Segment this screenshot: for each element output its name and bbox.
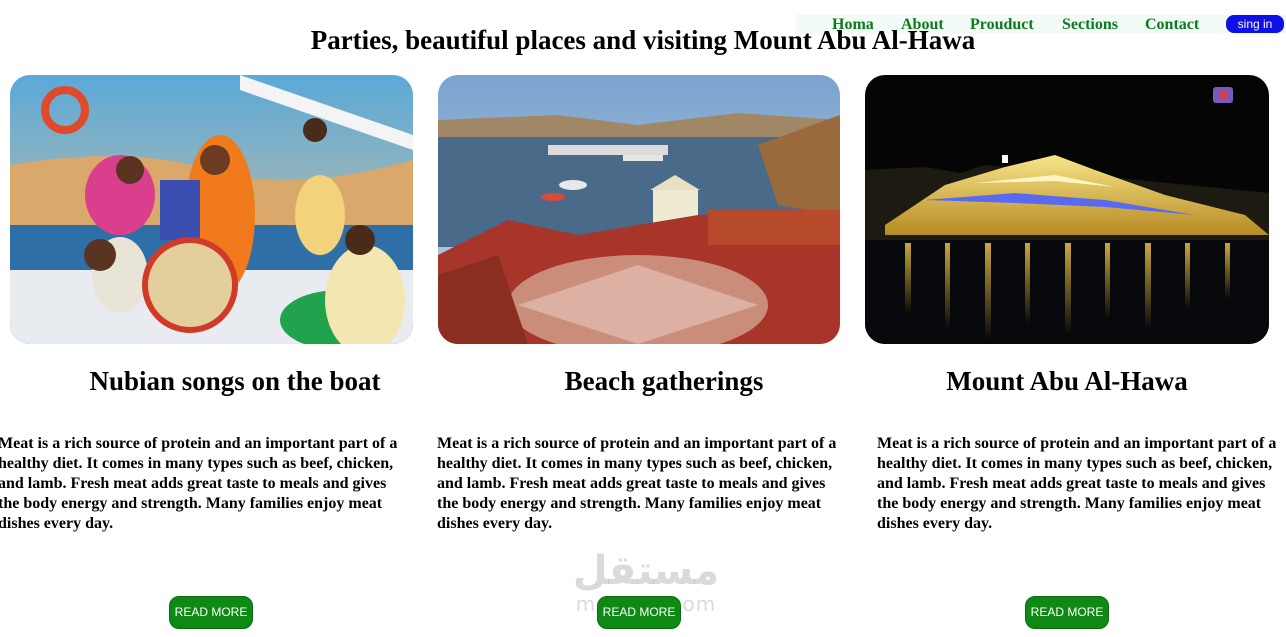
read-more-button-nubian-songs[interactable]: READ MORE [169,596,253,629]
card-title-beach-gatherings: Beach gatherings [564,366,764,396]
card-title-nubian-songs: Nubian songs on the boat [89,366,381,396]
nubian-boat-party-image [10,75,413,344]
beach-gathering-image [438,75,840,344]
read-more-button-mount-abu-al-hawa[interactable]: READ MORE [1025,596,1109,629]
card-title-mount-abu-al-hawa: Mount Abu Al-Hawa [946,366,1188,396]
page-title: Parties, beautiful places and visiting M… [310,25,976,55]
card-description-nubian-songs: Meat is a rich source of protein and an … [0,435,398,532]
read-more-button-beach-gatherings[interactable]: READ MORE [597,596,681,629]
card-description-beach-gatherings: Meat is a rich source of protein and an … [437,435,837,532]
mount-abu-al-hawa-image [865,75,1269,344]
watermark-arabic-text: مستقل [572,548,720,594]
card-description-mount-abu-al-hawa: Meat is a rich source of protein and an … [877,435,1277,532]
